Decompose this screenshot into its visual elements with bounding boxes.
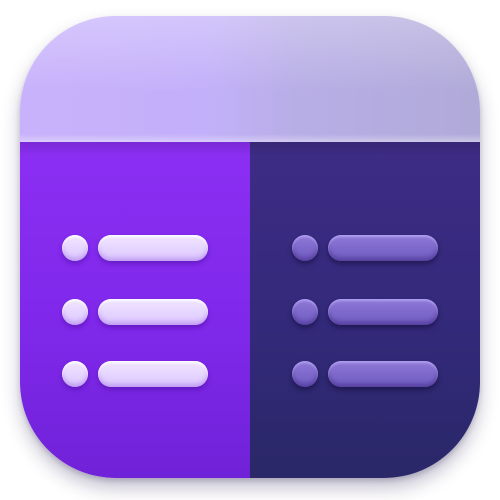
text-line-bar — [328, 235, 438, 261]
right-panel — [250, 142, 480, 478]
bullet-dot-icon — [62, 235, 88, 261]
text-line-bar — [98, 361, 208, 387]
bullet-dot-icon — [62, 299, 88, 325]
app-icon[interactable] — [20, 16, 480, 478]
icon-header — [20, 16, 480, 142]
text-line-bar — [328, 361, 438, 387]
left-panel — [20, 142, 250, 478]
text-line-bar — [328, 299, 438, 325]
stage — [0, 0, 500, 500]
bullet-dot-icon — [292, 361, 318, 387]
bullet-dot-icon — [292, 235, 318, 261]
bullet-dot-icon — [292, 299, 318, 325]
text-line-bar — [98, 235, 208, 261]
bullet-dot-icon — [62, 361, 88, 387]
text-line-bar — [98, 299, 208, 325]
